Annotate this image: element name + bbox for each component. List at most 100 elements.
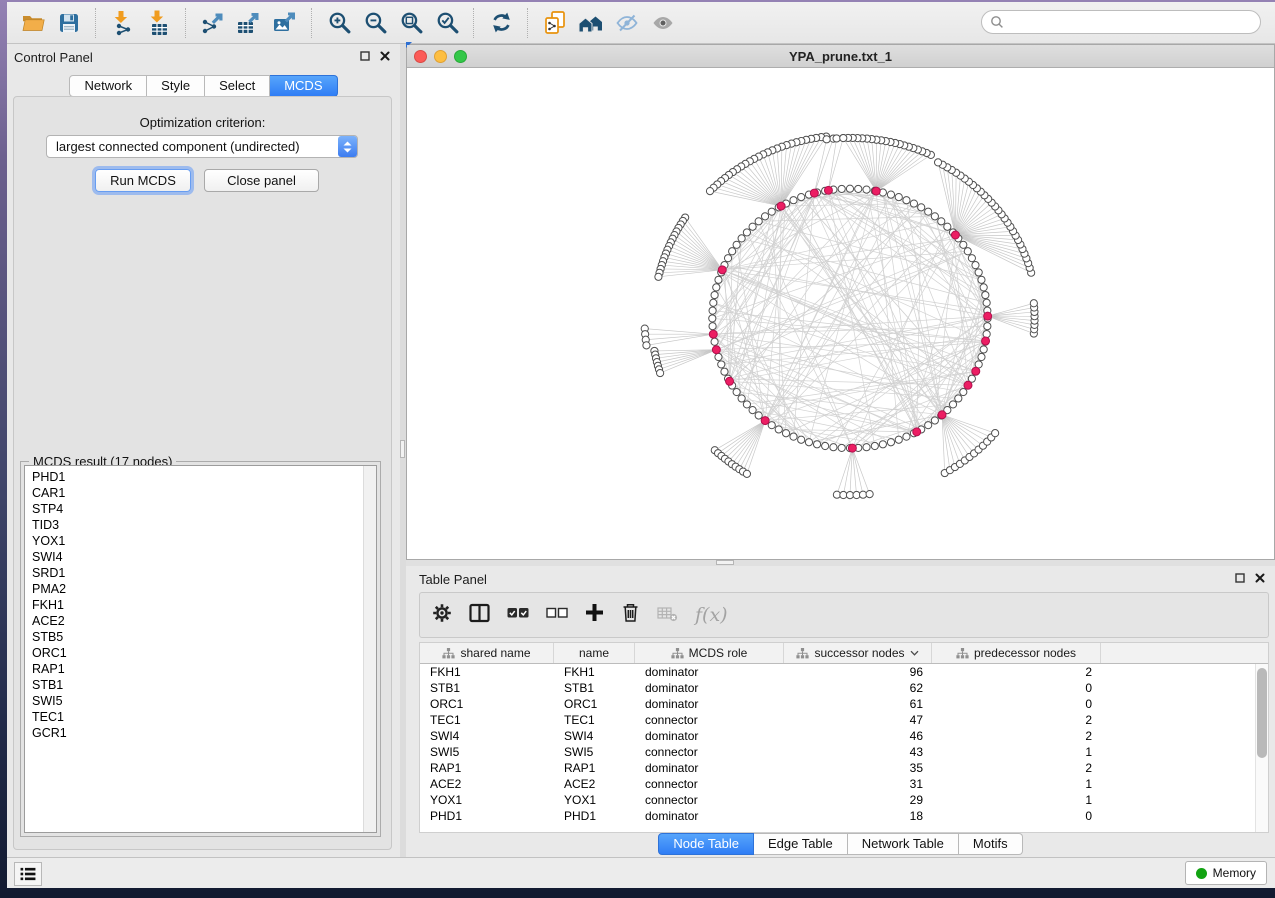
mcds-result-item[interactable]: FKH1: [25, 597, 376, 613]
cell-successor-nodes[interactable]: 96: [784, 664, 932, 680]
close-panel-icon[interactable]: [380, 48, 390, 66]
table-row[interactable]: SWI5SWI5connector431: [420, 744, 1268, 760]
network-window-titlebar[interactable]: YPA_prune.txt_1: [407, 45, 1274, 68]
memory-button[interactable]: Memory: [1185, 861, 1267, 885]
table-row[interactable]: ORC1ORC1dominator610: [420, 696, 1268, 712]
zoom-in-icon[interactable]: [324, 9, 354, 37]
mcds-result-item[interactable]: STB5: [25, 629, 376, 645]
select-all-icon[interactable]: [507, 606, 529, 625]
cell-name[interactable]: ORC1: [554, 696, 635, 712]
table-row[interactable]: TEC1TEC1connector472: [420, 712, 1268, 728]
cell-name[interactable]: TEC1: [554, 712, 635, 728]
cell-name[interactable]: STB1: [554, 680, 635, 696]
cell-MCDS-role[interactable]: dominator: [635, 696, 784, 712]
cell-shared-name[interactable]: TEC1: [420, 712, 554, 728]
split-panel-icon[interactable]: [469, 603, 490, 628]
cell-predecessor-nodes[interactable]: 2: [932, 712, 1101, 728]
tab-mcds[interactable]: MCDS: [270, 75, 337, 97]
table-row[interactable]: FKH1FKH1dominator962: [420, 664, 1268, 680]
cell-predecessor-nodes[interactable]: 0: [932, 808, 1101, 824]
table-row[interactable]: SWI4SWI4dominator462: [420, 728, 1268, 744]
open-file-icon[interactable]: [18, 9, 48, 37]
tab-select[interactable]: Select: [205, 75, 270, 97]
cell-MCDS-role[interactable]: dominator: [635, 664, 784, 680]
column-header-predecessor-nodes[interactable]: predecessor nodes: [932, 643, 1101, 663]
cell-MCDS-role[interactable]: connector: [635, 744, 784, 760]
cell-MCDS-role[interactable]: dominator: [635, 728, 784, 744]
list-scrollbar-track[interactable]: [363, 466, 376, 832]
column-header-successor-nodes[interactable]: successor nodes: [784, 643, 932, 663]
unselect-all-icon[interactable]: [546, 606, 568, 625]
zoom-out-icon[interactable]: [360, 9, 390, 37]
export-network-icon[interactable]: [198, 9, 228, 37]
hide-selected-eye-slash-icon[interactable]: [612, 9, 642, 37]
cell-predecessor-nodes[interactable]: 1: [932, 776, 1101, 792]
tab-network-table[interactable]: Network Table: [848, 833, 959, 855]
cell-name[interactable]: PHD1: [554, 808, 635, 824]
splitter-handle[interactable]: [716, 560, 734, 565]
optimization-criterion-select[interactable]: largest connected component (undirected): [46, 135, 358, 158]
splitter-handle[interactable]: [400, 440, 405, 458]
export-image-icon[interactable]: [270, 9, 300, 37]
table-row[interactable]: ACE2ACE2connector311: [420, 776, 1268, 792]
cell-predecessor-nodes[interactable]: 1: [932, 792, 1101, 808]
cell-name[interactable]: RAP1: [554, 760, 635, 776]
cell-successor-nodes[interactable]: 31: [784, 776, 932, 792]
delete-column-trash-icon[interactable]: [621, 602, 640, 628]
cell-successor-nodes[interactable]: 29: [784, 792, 932, 808]
cell-shared-name[interactable]: FKH1: [420, 664, 554, 680]
float-panel-icon[interactable]: [360, 48, 370, 66]
mcds-result-item[interactable]: PMA2: [25, 581, 376, 597]
mcds-result-item[interactable]: SWI4: [25, 549, 376, 565]
search-input[interactable]: [981, 10, 1261, 34]
cell-predecessor-nodes[interactable]: 1: [932, 744, 1101, 760]
column-header-MCDS-role[interactable]: MCDS role: [635, 643, 784, 663]
float-panel-icon[interactable]: [1235, 570, 1245, 588]
mcds-result-item[interactable]: STP4: [25, 501, 376, 517]
cell-MCDS-role[interactable]: dominator: [635, 808, 784, 824]
zoom-fit-icon[interactable]: [396, 9, 426, 37]
duplicate-network-icon[interactable]: [540, 9, 570, 37]
tab-node-table[interactable]: Node Table: [658, 833, 754, 855]
show-all-eye-icon[interactable]: [648, 9, 678, 37]
table-row[interactable]: PHD1PHD1dominator180: [420, 808, 1268, 824]
cell-MCDS-role[interactable]: connector: [635, 776, 784, 792]
cell-shared-name[interactable]: ACE2: [420, 776, 554, 792]
table-row[interactable]: YOX1YOX1connector291: [420, 792, 1268, 808]
mcds-result-item[interactable]: PHD1: [25, 469, 376, 485]
cell-successor-nodes[interactable]: 47: [784, 712, 932, 728]
network-canvas[interactable]: [407, 67, 1274, 558]
task-history-button[interactable]: [14, 862, 42, 886]
table-row[interactable]: STB1STB1dominator620: [420, 680, 1268, 696]
tab-network[interactable]: Network: [69, 75, 147, 97]
mcds-result-item[interactable]: ORC1: [25, 645, 376, 661]
table-row[interactable]: RAP1RAP1dominator352: [420, 760, 1268, 776]
cell-predecessor-nodes[interactable]: 2: [932, 728, 1101, 744]
zoom-selected-icon[interactable]: [432, 9, 462, 37]
mcds-result-list[interactable]: PHD1CAR1STP4TID3YOX1SWI4SRD1PMA2FKH1ACE2…: [24, 465, 377, 833]
tab-style[interactable]: Style: [147, 75, 205, 97]
import-network-icon[interactable]: [108, 9, 138, 37]
cell-name[interactable]: ACE2: [554, 776, 635, 792]
cell-name[interactable]: FKH1: [554, 664, 635, 680]
cell-successor-nodes[interactable]: 18: [784, 808, 932, 824]
column-header-name[interactable]: name: [554, 643, 635, 663]
cell-MCDS-role[interactable]: dominator: [635, 680, 784, 696]
cell-successor-nodes[interactable]: 62: [784, 680, 932, 696]
cell-successor-nodes[interactable]: 43: [784, 744, 932, 760]
cell-name[interactable]: SWI5: [554, 744, 635, 760]
houses-icon[interactable]: [576, 9, 606, 37]
cell-successor-nodes[interactable]: 35: [784, 760, 932, 776]
mcds-result-item[interactable]: GCR1: [25, 725, 376, 741]
tab-motifs[interactable]: Motifs: [959, 833, 1023, 855]
run-mcds-button[interactable]: Run MCDS: [95, 169, 191, 192]
cell-MCDS-role[interactable]: connector: [635, 792, 784, 808]
tab-edge-table[interactable]: Edge Table: [754, 833, 848, 855]
cell-predecessor-nodes[interactable]: 2: [932, 760, 1101, 776]
cell-predecessor-nodes[interactable]: 0: [932, 680, 1101, 696]
cell-predecessor-nodes[interactable]: 0: [932, 696, 1101, 712]
mcds-result-item[interactable]: TID3: [25, 517, 376, 533]
mcds-result-item[interactable]: SRD1: [25, 565, 376, 581]
cell-shared-name[interactable]: ORC1: [420, 696, 554, 712]
save-session-icon[interactable]: [54, 9, 84, 37]
